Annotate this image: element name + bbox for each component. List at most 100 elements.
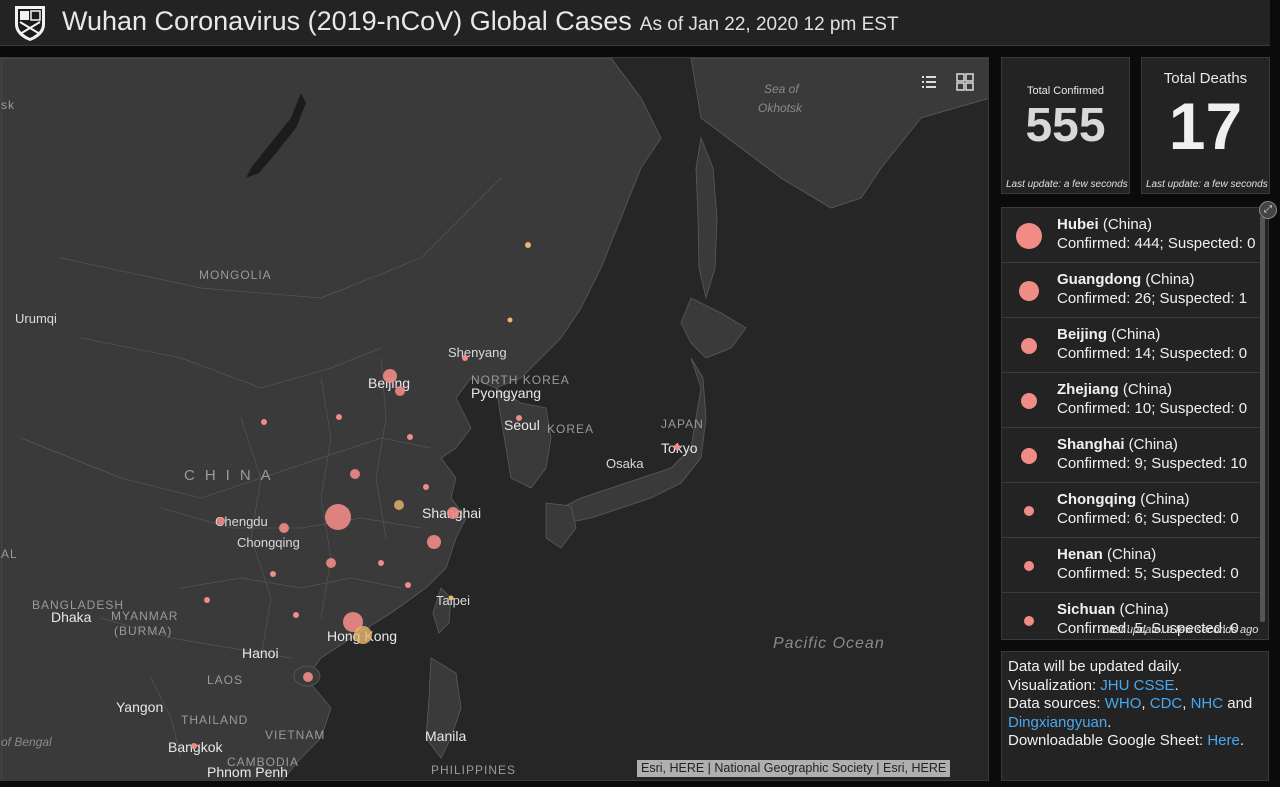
bubble-beijing[interactable] xyxy=(383,369,397,383)
who-link[interactable]: WHO xyxy=(1105,695,1142,712)
list-item[interactable]: Hubei (China) Confirmed: 444; Suspected:… xyxy=(1002,208,1262,263)
title-text: Wuhan Coronavirus (2019-nCoV) Global Cas… xyxy=(62,6,632,36)
bubble-anhui[interactable] xyxy=(394,500,404,510)
bubble-shanghai[interactable] xyxy=(447,507,459,519)
list-item[interactable]: Beijing (China) Confirmed: 14; Suspected… xyxy=(1002,318,1262,373)
case-dot-icon xyxy=(1024,561,1034,571)
bubble-hainan[interactable] xyxy=(303,672,313,682)
map-attribution: Esri, HERE | National Geographic Society… xyxy=(637,760,951,777)
region-name: Henan xyxy=(1057,546,1103,563)
list-item[interactable]: Henan (China) Confirmed: 5; Suspected: 0 xyxy=(1002,538,1262,593)
bubble-hubei[interactable] xyxy=(325,504,351,530)
bubble-tianjin[interactable] xyxy=(395,386,405,396)
info-viz-suffix: . xyxy=(1174,676,1179,694)
header-bar: Wuhan Coronavirus (2019-nCoV) Global Cas… xyxy=(0,0,1270,46)
as-of-date: As of Jan 22, 2020 12 pm EST xyxy=(639,14,899,35)
university-shield-icon xyxy=(12,4,48,42)
region-country: (China) xyxy=(1102,546,1157,563)
region-stats: Confirmed: 6; Suspected: 0 xyxy=(1057,510,1239,527)
bubble-zhejiang[interactable] xyxy=(427,535,441,549)
google-sheet-link[interactable]: Here xyxy=(1207,732,1240,749)
map-toolbar xyxy=(911,64,983,100)
case-dot-icon xyxy=(1021,448,1037,464)
bubble-heilongjiang[interactable] xyxy=(525,242,531,248)
region-country: (China) xyxy=(1136,491,1190,508)
bubble-shanxi[interactable] xyxy=(336,414,342,420)
list-item[interactable]: Shanghai (China) Confirmed: 9; Suspected… xyxy=(1002,428,1262,483)
map-view[interactable]: sk Sea of Okhotsk MONGOLIA Urumqi Shenya… xyxy=(0,57,989,781)
bubble-jiangxi[interactable] xyxy=(378,560,384,566)
list-item[interactable]: Guangdong (China) Confirmed: 26; Suspect… xyxy=(1002,263,1262,318)
bubble-japan[interactable] xyxy=(674,444,680,450)
nhc-link[interactable]: NHC xyxy=(1191,695,1224,712)
info-sep: , xyxy=(1182,695,1191,712)
list-item[interactable]: Chongqing (China) Confirmed: 6; Suspecte… xyxy=(1002,483,1262,538)
dingxiangyuan-link[interactable]: Dingxiangyuan xyxy=(1008,714,1107,731)
expand-icon[interactable]: ⤢ xyxy=(1259,201,1277,219)
info-sheet-end: . xyxy=(1239,732,1244,749)
jhu-csse-link[interactable]: JHU CSSE xyxy=(1100,677,1174,694)
bubble-thailand[interactable] xyxy=(191,743,197,749)
bubble-guizhou[interactable] xyxy=(270,571,276,577)
case-dot-icon xyxy=(1021,393,1037,409)
bubble-guangxi[interactable] xyxy=(293,612,299,618)
total-confirmed-value: 555 xyxy=(1025,99,1106,152)
list-scrollbar[interactable] xyxy=(1260,216,1265,622)
region-stats: Confirmed: 26; Suspected: 1 xyxy=(1057,290,1248,307)
bubble-jilin[interactable] xyxy=(507,317,513,323)
info-panel: Data will be updated daily. Visualizatio… xyxy=(1001,651,1269,781)
region-name: Zhejiang xyxy=(1057,381,1119,398)
region-country: (China) xyxy=(1118,381,1173,398)
list-item[interactable]: Zhejiang (China) Confirmed: 10; Suspecte… xyxy=(1002,373,1262,428)
case-dot-icon xyxy=(1019,281,1039,301)
info-data-sources: Data sources: WHO, CDC, NHC and xyxy=(1008,695,1262,714)
region-country: (China) xyxy=(1115,601,1169,618)
region-country: (China) xyxy=(1141,271,1195,288)
info-sheet-prefix: Downloadable Google Sheet: xyxy=(1008,732,1208,749)
info-google-sheet: Downloadable Google Sheet: Here. xyxy=(1008,732,1262,751)
region-country: (China) xyxy=(1107,326,1161,343)
info-update-note: Data will be updated daily. xyxy=(1008,658,1182,675)
bubble-jiangsu[interactable] xyxy=(423,484,429,490)
bubble-shandong[interactable] xyxy=(407,434,413,440)
region-stats: Confirmed: 444; Suspected: 0 xyxy=(1057,235,1256,252)
list-last-update: Last update: a few seconds ago xyxy=(1103,624,1259,636)
case-dot-icon xyxy=(1024,506,1034,516)
case-bubbles xyxy=(191,242,680,749)
bubble-hunan[interactable] xyxy=(326,558,336,568)
page-title: Wuhan Coronavirus (2019-nCoV) Global Cas… xyxy=(62,6,899,37)
region-stats: Confirmed: 10; Suspected: 0 xyxy=(1057,400,1248,417)
bubble-ningxia[interactable] xyxy=(261,419,267,425)
region-country: (China) xyxy=(1124,436,1178,453)
region-stats: Confirmed: 14; Suspected: 0 xyxy=(1057,345,1248,362)
case-dot-icon xyxy=(1021,338,1037,354)
list-icon[interactable] xyxy=(915,68,943,96)
bubble-liaoning[interactable] xyxy=(462,355,468,361)
info-dxy-line: Dingxiangyuan. xyxy=(1008,714,1262,733)
bubble-taiwan[interactable] xyxy=(448,595,454,601)
cdc-link[interactable]: CDC xyxy=(1150,695,1183,712)
region-list-panel[interactable]: Hubei (China) Confirmed: 444; Suspected:… xyxy=(1001,207,1269,640)
grid-icon[interactable] xyxy=(951,68,979,96)
total-confirmed-label: Total Confirmed xyxy=(1026,85,1105,97)
region-name: Guangdong xyxy=(1057,271,1142,288)
bubble-fujian[interactable] xyxy=(405,582,411,588)
total-confirmed-panel: Total Confirmed 555 Last update: a few s… xyxy=(1001,57,1130,194)
info-viz-prefix: Visualization: xyxy=(1008,676,1101,694)
region-name: Hubei xyxy=(1057,216,1099,233)
bubble-sichuan[interactable] xyxy=(217,517,225,525)
region-stats: Confirmed: 5; Suspected: 0 xyxy=(1057,565,1239,582)
region-country: (China) xyxy=(1098,216,1153,233)
total-deaths-panel: Total Deaths 17 Last update: a few secon… xyxy=(1141,57,1270,194)
region-name: Shanghai xyxy=(1057,436,1125,453)
bubble-chongqing[interactable] xyxy=(279,523,289,533)
info-src-prefix: Data sources: xyxy=(1008,695,1105,712)
bubble-hong-kong[interactable] xyxy=(354,626,372,644)
bubble-henan[interactable] xyxy=(350,469,360,479)
bubble-yunnan[interactable] xyxy=(204,597,210,603)
bubble-south-korea[interactable] xyxy=(516,415,522,421)
info-sep: , xyxy=(1141,695,1150,712)
region-stats: Confirmed: 9; Suspected: 10 xyxy=(1057,455,1248,472)
region-name: Chongqing xyxy=(1057,491,1137,508)
info-visualization: Visualization: JHU CSSE. xyxy=(1008,677,1262,696)
